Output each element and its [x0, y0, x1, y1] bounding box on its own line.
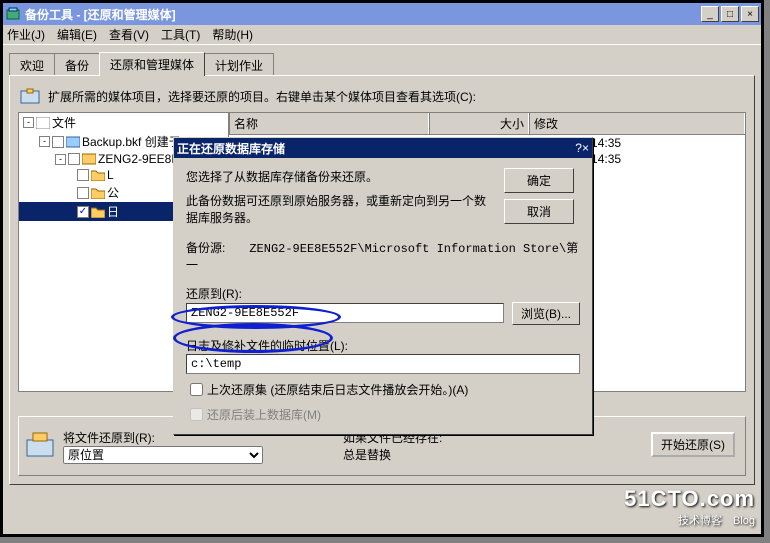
- menu-tools[interactable]: 工具(T): [161, 26, 200, 43]
- list-header: 名称 大小 修改: [229, 113, 745, 135]
- checkbox[interactable]: [77, 187, 89, 199]
- window-title: 备份工具 - [还原和管理媒体]: [25, 6, 699, 23]
- mount-db-checkbox: [190, 408, 203, 421]
- last-restore-set-label: 上次还原集 (还原结束后日志文件播放会开始。)(A): [207, 381, 468, 398]
- minimize-button[interactable]: _: [701, 6, 719, 22]
- dialog-close-button[interactable]: ×: [582, 141, 589, 155]
- cancel-button[interactable]: 取消: [504, 199, 574, 224]
- checkbox[interactable]: [52, 136, 64, 148]
- last-restore-set-checkbox[interactable]: [190, 383, 203, 396]
- expand-icon[interactable]: -: [23, 117, 34, 128]
- tree-bkf[interactable]: Backup.bkf 创建于: [82, 133, 181, 150]
- tab-backup[interactable]: 备份: [54, 53, 100, 77]
- browse-button[interactable]: 浏览(B)...: [512, 302, 580, 325]
- folder-icon: [91, 187, 105, 199]
- dialog-msg1: 您选择了从数据库存储备份来还原。: [186, 168, 494, 185]
- instruction-text: 扩展所需的媒体项目，选择要还原的项目。右键单击某个媒体项目查看其选项(C):: [48, 88, 476, 105]
- restore-to-input[interactable]: [186, 303, 504, 323]
- checkbox-checked[interactable]: ✓: [77, 206, 89, 218]
- server-icon: [82, 153, 96, 165]
- ok-button[interactable]: 确定: [504, 168, 574, 193]
- instruction-row: 扩展所需的媒体项目，选择要还原的项目。右键单击某个媒体项目查看其选项(C):: [18, 84, 746, 108]
- folder-icon: [91, 169, 105, 181]
- menubar: 作业(J) 编辑(E) 查看(V) 工具(T) 帮助(H): [3, 25, 761, 45]
- close-button[interactable]: ×: [741, 6, 759, 22]
- restore-to-field-label: 还原到(R):: [186, 285, 580, 302]
- restore-location-select[interactable]: 原位置: [63, 446, 263, 464]
- menu-view[interactable]: 查看(V): [109, 26, 149, 43]
- start-restore-button[interactable]: 开始还原(S): [651, 432, 735, 457]
- temp-location-label: 日志及修补文件的临时位置(L):: [186, 337, 580, 354]
- backup-source-label: 备份源:: [186, 239, 246, 256]
- dialog-help-button[interactable]: ?: [575, 141, 582, 155]
- expand-icon[interactable]: -: [39, 136, 50, 147]
- restore-db-dialog: 正在还原数据库存储 ? × 您选择了从数据库存储备份来还原。 此备份数据可还原到…: [173, 137, 593, 435]
- tree-item-selected[interactable]: 日: [107, 203, 119, 220]
- watermark: 51CTO.com 技术博客 Blog: [624, 486, 755, 528]
- tab-row: 欢迎 备份 还原和管理媒体 计划作业: [3, 45, 761, 75]
- dialog-titlebar: 正在还原数据库存储 ? ×: [174, 138, 592, 158]
- tape-icon: [66, 136, 80, 148]
- watermark-big: 51CTO.com: [624, 486, 755, 512]
- col-modified[interactable]: 修改: [529, 113, 745, 134]
- dialog-title: 正在还原数据库存储: [177, 140, 575, 157]
- expand-icon[interactable]: -: [55, 154, 66, 165]
- window-titlebar: 备份工具 - [还原和管理媒体] _ □ ×: [3, 3, 761, 25]
- tab-restore[interactable]: 还原和管理媒体: [99, 52, 205, 76]
- col-name[interactable]: 名称: [229, 113, 429, 134]
- mount-db-label: 还原后装上数据库(M): [207, 406, 321, 423]
- file-icon: [36, 117, 50, 129]
- exists-value: 总是替换: [343, 446, 442, 463]
- tab-welcome[interactable]: 欢迎: [9, 53, 55, 77]
- dialog-msg2: 此备份数据可还原到原始服务器，或重新定向到另一个数据库服务器。: [186, 193, 494, 227]
- tree-item[interactable]: L: [107, 168, 114, 182]
- tree-item[interactable]: 公: [107, 184, 119, 201]
- checkbox[interactable]: [68, 153, 80, 165]
- tab-schedule[interactable]: 计划作业: [204, 53, 274, 77]
- menu-edit[interactable]: 编辑(E): [57, 26, 97, 43]
- col-size[interactable]: 大小: [429, 113, 529, 134]
- checkbox[interactable]: [77, 169, 89, 181]
- app-icon: [5, 6, 21, 22]
- temp-location-input[interactable]: [186, 354, 580, 374]
- tree-root[interactable]: 文件: [52, 114, 76, 131]
- menu-help[interactable]: 帮助(H): [212, 26, 253, 43]
- watermark-small: 技术博客 Blog: [624, 512, 755, 528]
- folder-icon: [91, 206, 105, 218]
- restore-panel-icon: [25, 430, 57, 462]
- menu-job[interactable]: 作业(J): [7, 26, 45, 43]
- restore-icon: [18, 84, 42, 108]
- maximize-button[interactable]: □: [721, 6, 739, 22]
